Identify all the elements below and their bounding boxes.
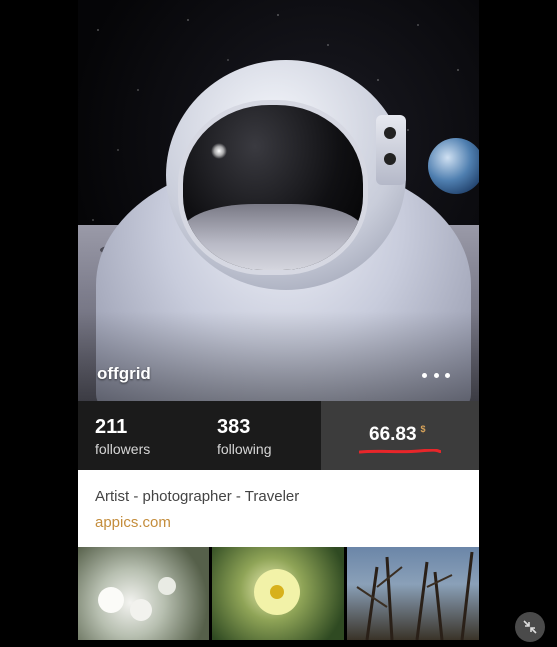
- balance-panel[interactable]: 66.83 $: [321, 401, 479, 470]
- bio-text: Artist - photographer - Traveler: [95, 488, 300, 505]
- followers-count: 211: [95, 416, 128, 438]
- photo-grid: [78, 547, 479, 640]
- helmet-visor: [178, 100, 368, 275]
- following-count: 383: [217, 416, 251, 438]
- profile-screen: offgrid 211 followers 383 following 66.8…: [78, 0, 479, 640]
- earth-image: [428, 138, 479, 194]
- username: offgrid: [97, 364, 151, 383]
- profile-stats-bar: 211 followers 383 following 66.83 $: [78, 401, 479, 470]
- website-link[interactable]: appics.com: [95, 514, 171, 531]
- followers-label: followers: [95, 441, 151, 457]
- following-stat[interactable]: 383 following: [217, 416, 271, 457]
- more-horizontal-icon: [422, 372, 427, 378]
- profile-cover-photo[interactable]: offgrid: [78, 0, 479, 401]
- photo-thumbnail[interactable]: [78, 547, 209, 640]
- helmet-lamp: [376, 115, 406, 185]
- following-label: following: [217, 441, 272, 457]
- photo-thumbnail[interactable]: [347, 547, 479, 640]
- collapse-arrows-icon: [523, 620, 537, 634]
- profile-bio-section: Artist - photographer - Traveler appics.…: [78, 470, 479, 547]
- balance-amount: 66.83 $: [369, 424, 426, 445]
- collapse-button[interactable]: [515, 612, 545, 642]
- currency-symbol: $: [420, 424, 426, 434]
- photo-thumbnail[interactable]: [212, 547, 344, 640]
- more-options-button[interactable]: [422, 366, 450, 384]
- balance-underline: [359, 449, 441, 454]
- followers-stat[interactable]: 211 followers: [95, 416, 150, 457]
